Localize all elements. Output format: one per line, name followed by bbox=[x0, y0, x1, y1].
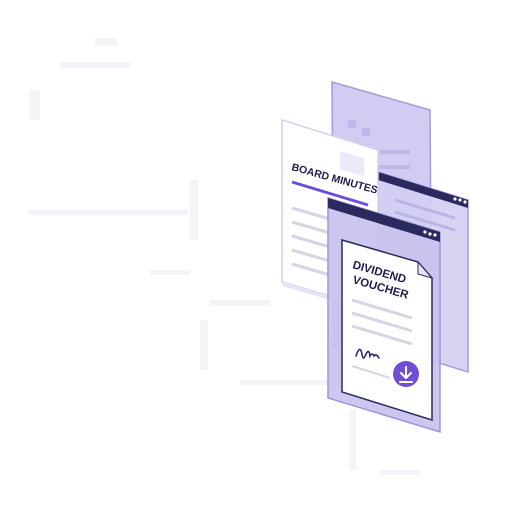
dividend-voucher-document: DIVIDEND VOUCHER bbox=[341, 239, 434, 422]
download-button[interactable] bbox=[393, 361, 419, 387]
illustration-stage: BOARD MINUTES DIVIDEND VOUCHER bbox=[0, 0, 512, 512]
document-stack-illustration: BOARD MINUTES DIVIDEND VOUCHER bbox=[28, 38, 469, 475]
